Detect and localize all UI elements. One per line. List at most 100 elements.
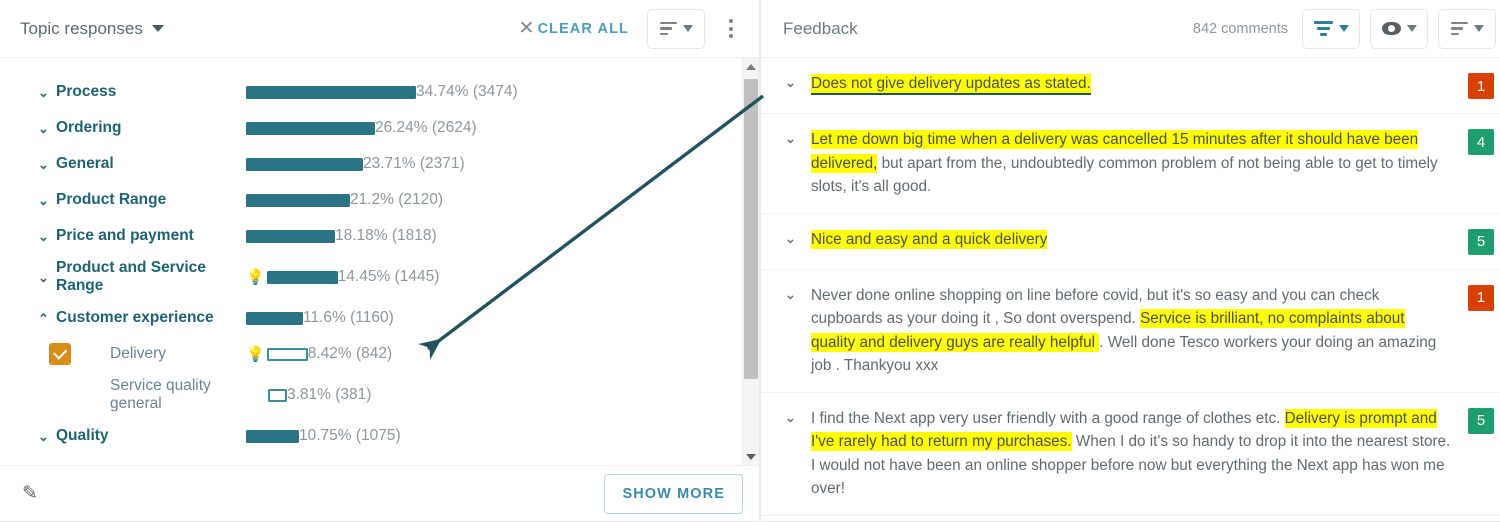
pencil-icon[interactable]: ✎ <box>22 482 38 505</box>
topic-value-label: 26.24% (2624) <box>375 119 477 136</box>
topic-bar-group: 34.74% (3474) <box>246 74 518 110</box>
topic-label: Process <box>56 83 117 101</box>
topic-row[interactable]: ⌄ Product and Service Range 💡 14.45% (1445) <box>0 254 759 300</box>
feedback-comment[interactable]: ⌄ I find the Next app very user friendly … <box>761 393 1500 516</box>
comment-count: 842 comments <box>1192 20 1288 37</box>
chevron-down-icon <box>746 453 756 460</box>
sentiment-score-badge: 5 <box>1468 407 1494 434</box>
topic-label: General <box>56 155 114 173</box>
topic-label: Ordering <box>56 119 122 137</box>
topic-row[interactable]: ⌄ Product Range 21.2% (2120) <box>0 182 759 218</box>
chevron-down-icon[interactable]: ⌄ <box>38 158 49 171</box>
topic-bar <box>246 229 335 243</box>
chevron-down-icon[interactable]: ⌄ <box>785 128 811 145</box>
topic-row[interactable]: ⌄ Quality 10.75% (1075) <box>0 418 759 454</box>
topic-bar <box>246 121 375 135</box>
comment-text: Never done online shopping on line befor… <box>811 284 1468 378</box>
comment-text: I find the Next app very user friendly w… <box>811 407 1468 501</box>
topic-responses-dropdown[interactable]: Topic responses <box>20 19 164 39</box>
topic-responses-dropdown-label: Topic responses <box>20 18 143 38</box>
topic-panel-header: Topic responses ✕ CLEAR ALL <box>0 0 759 58</box>
lightbulb-icon: 💡 <box>246 268 265 286</box>
analytics-dashboard: Topic responses ✕ CLEAR ALL ⌄ Process 34… <box>0 0 1500 522</box>
chevron-down-icon[interactable]: ⌄ <box>785 72 811 89</box>
topic-bar <box>246 193 350 207</box>
kebab-dot <box>729 34 733 38</box>
chevron-down-icon[interactable]: ⌄ <box>38 271 49 284</box>
topic-bar-group: 21.2% (2120) <box>246 182 443 218</box>
feedback-panel-header: Feedback 842 comments <box>761 0 1500 58</box>
feedback-sort-button[interactable] <box>1438 8 1496 49</box>
chevron-down-icon[interactable]: ⌄ <box>38 230 49 243</box>
lightbulb-icon: 💡 <box>246 345 265 363</box>
topic-bar <box>268 388 287 402</box>
topic-more-options-button[interactable] <box>717 12 745 46</box>
topic-responses-panel: Topic responses ✕ CLEAR ALL ⌄ Process 34… <box>0 0 760 522</box>
chevron-down-icon[interactable]: ⌄ <box>38 86 49 99</box>
chevron-down-icon <box>682 25 693 32</box>
topic-value-label: 10.75% (1075) <box>299 427 401 444</box>
sentiment-score-badge: 5 <box>1468 228 1494 255</box>
topic-checkbox-checked[interactable] <box>49 343 71 365</box>
topic-value-label: 8.42% (842) <box>307 345 393 362</box>
clear-all-label: CLEAR ALL <box>537 20 629 37</box>
topic-label: Quality <box>56 427 109 445</box>
show-more-button[interactable]: SHOW MORE <box>604 473 743 514</box>
chevron-down-icon <box>1338 25 1349 32</box>
feedback-panel: Feedback 842 comments ⌄ Does not give del… <box>760 0 1500 522</box>
topic-bar <box>246 85 416 99</box>
topic-value-label: 21.2% (2120) <box>350 191 444 208</box>
topic-row[interactable]: Service quality general 3.81% (381) <box>0 372 759 418</box>
clear-all-button[interactable]: ✕ CLEAR ALL <box>513 15 635 42</box>
topic-value-label: 34.74% (3474) <box>416 83 518 100</box>
scroll-down-button[interactable] <box>746 448 756 465</box>
topic-row[interactable]: ⌄ Process 34.74% (3474) <box>0 74 759 110</box>
chevron-down-icon[interactable]: ⌄ <box>38 194 49 207</box>
topic-bar <box>246 429 299 443</box>
topic-sort-button[interactable] <box>647 8 705 49</box>
chevron-up-icon <box>746 63 756 70</box>
scrollbar-track[interactable] <box>743 75 759 448</box>
topic-row[interactable]: ⌄ General 23.71% (2371) <box>0 146 759 182</box>
chevron-down-icon[interactable]: ⌄ <box>38 430 49 443</box>
topic-label: Product and Service Range <box>56 259 206 294</box>
comment-text: Let me down big time when a delivery was… <box>811 128 1468 199</box>
scroll-up-button[interactable] <box>746 58 756 75</box>
topic-label: Price and payment <box>56 227 194 245</box>
topic-value-label: 14.45% (1445) <box>337 268 440 285</box>
feedback-comment[interactable]: ⌄ Let me down big time when a delivery wa… <box>761 114 1500 214</box>
chevron-up-icon[interactable]: ⌃ <box>38 312 49 325</box>
feedback-comment[interactable]: ⌄ Does not give delivery updates as state… <box>761 58 1500 114</box>
topic-bar-group: 10.75% (1075) <box>246 418 401 454</box>
topic-bar <box>266 270 338 284</box>
feedback-filter-button[interactable] <box>1302 8 1360 49</box>
eye-icon <box>1381 22 1401 35</box>
topic-bar-group: 11.6% (1160) <box>246 300 394 336</box>
topic-value-label: 11.6% (1160) <box>303 309 394 326</box>
topic-label: Service quality general <box>110 377 211 412</box>
chevron-down-icon[interactable]: ⌄ <box>38 122 49 135</box>
sort-lines-icon <box>1450 21 1468 36</box>
feedback-comment[interactable]: ⌄ Never done online shopping on line befo… <box>761 270 1500 393</box>
topic-row[interactable]: Delivery 💡 8.42% (842) <box>0 336 759 372</box>
chevron-down-icon <box>151 25 164 32</box>
topic-row[interactable]: ⌃ Customer experience 11.6% (1160) <box>0 300 759 336</box>
topic-row[interactable]: ⌄ Ordering 26.24% (2624) <box>0 110 759 146</box>
highlighted-phrase: Does not give delivery updates as stated… <box>811 74 1091 95</box>
feedback-visibility-button[interactable] <box>1370 8 1428 49</box>
chevron-down-icon[interactable]: ⌄ <box>785 407 811 424</box>
topic-bar-group: 3.81% (381) <box>268 372 371 418</box>
feedback-comment-list: ⌄ Does not give delivery updates as state… <box>761 58 1500 521</box>
topic-list-container: ⌄ Process 34.74% (3474) ⌄ Ordering 26.24% (26… <box>0 58 759 465</box>
comment-text: Does not give delivery updates as stated… <box>811 72 1468 96</box>
topic-row[interactable]: ⌄ Price and payment 18.18% (1818) <box>0 218 759 254</box>
sentiment-score-badge: 1 <box>1468 73 1494 99</box>
chevron-down-icon <box>1406 25 1417 32</box>
comment-text-segment: I find the Next app very user friendly w… <box>811 409 1285 427</box>
topic-list-scrollbar[interactable] <box>742 58 759 465</box>
chevron-down-icon[interactable]: ⌄ <box>785 284 811 301</box>
chevron-down-icon[interactable]: ⌄ <box>785 228 811 245</box>
scrollbar-thumb[interactable] <box>744 79 758 379</box>
feedback-comment[interactable]: ⌄ Nice and easy and a quick delivery 5 <box>761 214 1500 270</box>
topic-bar-group: 💡 14.45% (1445) <box>246 254 439 300</box>
